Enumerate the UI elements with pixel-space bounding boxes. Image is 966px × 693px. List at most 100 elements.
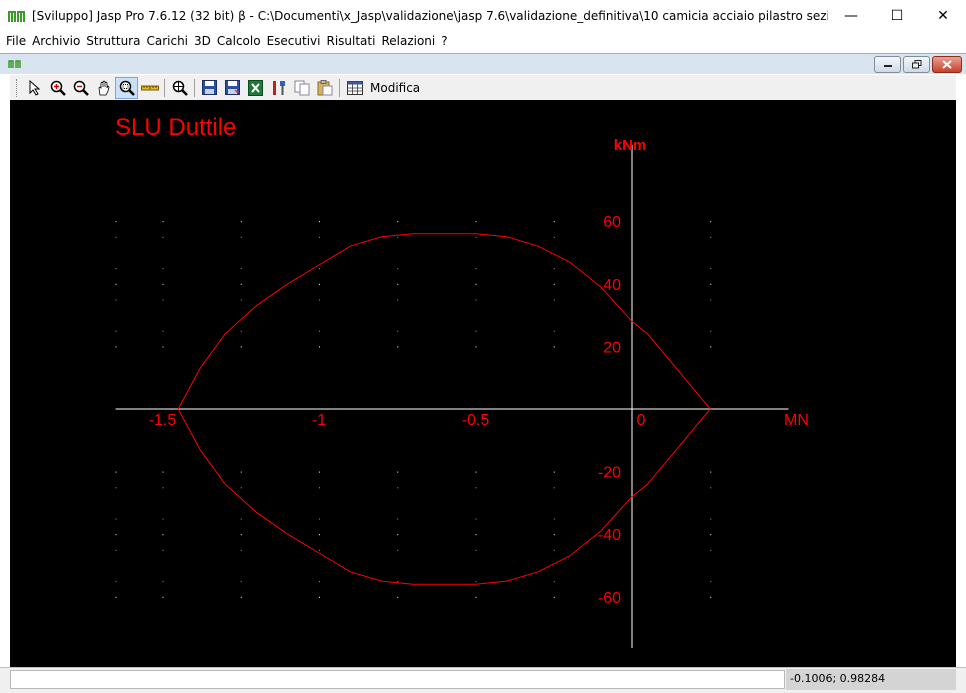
zoom-extents-icon[interactable] [168, 77, 191, 99]
save-icon[interactable] [198, 77, 221, 99]
grid-dot [710, 596, 712, 598]
grid-dot [475, 534, 477, 536]
status-message [10, 670, 785, 689]
menu-struttura[interactable]: Struttura [84, 34, 144, 48]
grid-dot [240, 236, 242, 238]
grid-dot [240, 534, 242, 536]
x-tick-label: -1 [312, 412, 326, 429]
table-icon[interactable] [343, 77, 366, 99]
grid-dot [240, 346, 242, 348]
grid-dot [162, 549, 164, 551]
x-axis-label: MN [784, 412, 809, 429]
menu-file[interactable]: File [4, 34, 30, 48]
menu-relazioni[interactable]: Relazioni [379, 34, 439, 48]
grid-dot [710, 487, 712, 489]
ruler-icon[interactable] [138, 77, 161, 99]
menu-risultati[interactable]: Risultati [324, 34, 379, 48]
menu-bar: File Archivio Struttura Carichi 3D Calco… [0, 31, 966, 51]
grid-dot [319, 299, 320, 301]
menu-help[interactable]: ? [439, 34, 451, 48]
grid-dot [475, 268, 477, 270]
zoom-in-icon[interactable] [46, 77, 69, 99]
grid-dot [240, 283, 242, 285]
child-close-button[interactable] [932, 55, 962, 73]
minimize-button[interactable]: — [828, 0, 874, 31]
child-minimize-button[interactable] [874, 55, 901, 73]
grid-dot [115, 236, 117, 238]
jasp-app-icon [6, 5, 28, 27]
grid-dot [240, 596, 242, 598]
domain-curve [177, 233, 711, 410]
grid-dot [553, 330, 555, 332]
menu-carichi[interactable]: Carichi [144, 34, 192, 48]
tools-icon[interactable] [267, 77, 290, 99]
pan-hand-icon[interactable] [92, 77, 115, 99]
grid-dot [115, 330, 117, 332]
grid-dot [162, 596, 164, 598]
interaction-domain-chart: -1.5 -1 -0.5 0-60-40-20204060MNkNmSLU Dutti… [115, 114, 809, 648]
zoom-window-icon[interactable] [115, 76, 138, 99]
zoom-out-icon[interactable] [69, 77, 92, 99]
grid-dot [115, 487, 117, 489]
grid-dot [475, 299, 477, 301]
grid-dot [240, 549, 242, 551]
grid-dot [240, 221, 242, 223]
grid-dot [319, 518, 320, 520]
grid-dot [162, 534, 164, 536]
grid-dot [240, 299, 242, 301]
grid-dot [553, 346, 555, 348]
grid-dot [475, 330, 477, 332]
grid-dot [115, 518, 117, 520]
close-button[interactable]: ✕ [920, 0, 966, 31]
grid-dot [553, 549, 555, 551]
copy-icon[interactable] [290, 77, 313, 99]
menu-archivio[interactable]: Archivio [30, 34, 84, 48]
grid-dot [115, 221, 117, 223]
grid-dot [553, 268, 555, 270]
grid-dot [397, 299, 399, 301]
grid-dot [397, 581, 399, 583]
x-tick-label: -1.5 [149, 412, 177, 429]
excel-icon[interactable] [244, 77, 267, 99]
grid-dot [397, 518, 399, 520]
maximize-button[interactable]: ☐ [874, 0, 920, 31]
grid-dot [319, 581, 320, 583]
grid-dot [162, 581, 164, 583]
grid-dot [319, 487, 320, 489]
child-restore-button[interactable] [903, 55, 930, 73]
grid-dot [162, 221, 164, 223]
menu-calcolo[interactable]: Calcolo [215, 34, 265, 48]
y-tick-label: -20 [598, 465, 621, 482]
grid-dot [553, 299, 555, 301]
grid-dot [397, 221, 399, 223]
grid-dot [240, 268, 242, 270]
grid-dot [319, 346, 320, 348]
grid-dot [475, 471, 477, 473]
grid-dot [397, 330, 399, 332]
grid-dot [115, 299, 117, 301]
toolbar-grip[interactable] [16, 78, 19, 97]
grid-dot [475, 549, 477, 551]
drawing-canvas[interactable]: -1.5 -1 -0.5 0 -60 -40 -20 20 40 60 MN kNm SLU Dutti… [10, 100, 956, 667]
grid-dot [397, 236, 399, 238]
grid-dot [319, 596, 320, 598]
save-as-icon[interactable] [221, 77, 244, 99]
grid-dot [162, 283, 164, 285]
grid-dot [240, 471, 242, 473]
grid-dot [710, 549, 712, 551]
pointer-icon[interactable] [23, 77, 46, 99]
modifica-button[interactable]: Modifica [370, 81, 420, 95]
grid-dot [710, 283, 712, 285]
grid-dot [162, 487, 164, 489]
grid-dot [240, 581, 242, 583]
grid-dot [162, 330, 164, 332]
y-axis-label: kNm [614, 137, 647, 154]
menu-esecutivi[interactable]: Esecutivi [265, 34, 325, 48]
menu-3d[interactable]: 3D [192, 34, 215, 48]
paste-icon[interactable] [313, 77, 336, 99]
grid-dot [553, 283, 555, 285]
grid-dot [710, 518, 712, 520]
grid-dot [553, 581, 555, 583]
grid-dot [475, 596, 477, 598]
grid-dot [397, 549, 399, 551]
